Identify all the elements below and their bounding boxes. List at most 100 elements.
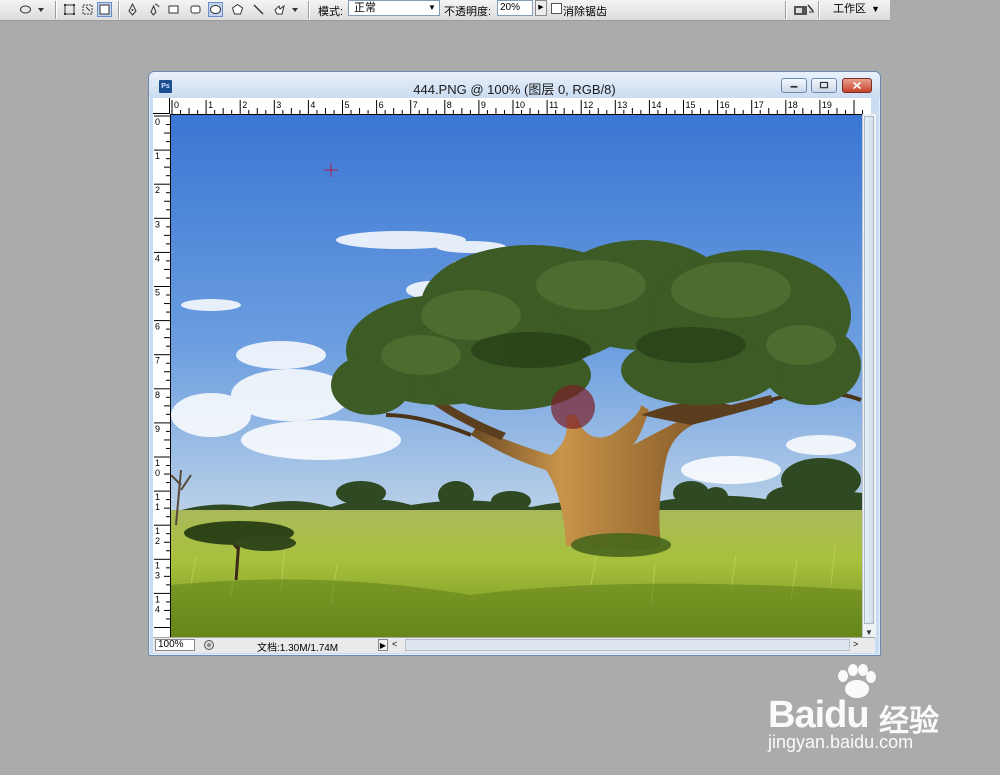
rectangle-tool-icon[interactable] <box>166 2 181 17</box>
vertical-scrollbar[interactable]: ▼ <box>862 114 876 637</box>
ruler-top-number: 13 <box>617 100 627 110</box>
freeform-pen-icon[interactable] <box>146 2 161 17</box>
ruler-left-number: 8 <box>155 390 160 400</box>
ruler-top-number: 12 <box>583 100 593 110</box>
ruler-left-number: 1 <box>155 594 160 604</box>
watermark-url: jingyan.baidu.com <box>768 732 914 752</box>
watermark-brand: Baidu <box>768 694 870 736</box>
ruler-top-number: 5 <box>345 100 350 110</box>
maximize-button[interactable] <box>811 78 837 93</box>
custom-shape-tool-icon[interactable] <box>272 2 287 17</box>
ruler-top-number: 11 <box>549 100 558 110</box>
status-menu-arrow-icon[interactable]: ▶ <box>378 639 388 651</box>
blend-mode-select[interactable]: 正常 ▼ <box>348 0 440 16</box>
blend-mode-value: 正常 <box>354 2 376 14</box>
scroll-down-icon[interactable]: ▼ <box>865 628 873 637</box>
status-bar: 100% 文档:1.30M/1.74M ▶ < > <box>153 637 875 654</box>
ruler-left-number: 4 <box>155 604 160 614</box>
document-title: 444.PNG @ 100% (图层 0, RGB/8) <box>413 82 616 97</box>
vertical-ruler-ticks: 01234567891011121314 <box>154 115 170 628</box>
ruler-top-number: 19 <box>822 100 832 110</box>
pen-tool-icon[interactable] <box>125 2 140 17</box>
ellipse-marquee-tool-icon[interactable] <box>18 2 33 17</box>
scroll-left-icon[interactable]: < <box>392 639 397 649</box>
workspace-label: 工作区 <box>833 3 866 15</box>
ruler-top-number: 17 <box>754 100 764 110</box>
ruler-left-number: 0 <box>155 117 160 127</box>
ruler-top-number: 4 <box>310 100 315 110</box>
ruler-left-number: 1 <box>155 492 160 502</box>
ruler-top-number: 18 <box>788 100 798 110</box>
ruler-top-number: 16 <box>720 100 730 110</box>
antialias-label: 消除锯齿 <box>563 6 607 18</box>
ruler-top-number: 15 <box>686 100 696 110</box>
ruler-top-number: 8 <box>447 100 452 110</box>
ruler-left-number: 3 <box>155 219 160 229</box>
ruler-top-number: 7 <box>413 100 418 110</box>
close-icon <box>852 81 862 90</box>
shape-dropdown-icon[interactable] <box>290 2 300 17</box>
image-canvas[interactable] <box>171 115 862 637</box>
landscape-photo <box>171 115 862 637</box>
ruler-left-number: 1 <box>155 502 160 512</box>
ruler-left-number: 1 <box>155 560 160 570</box>
paths-icon[interactable] <box>80 2 95 17</box>
ruler-top-number: 6 <box>379 100 384 110</box>
scroll-right-icon[interactable]: > <box>853 639 858 649</box>
workspace-menu-button[interactable]: 工作区 ▼ <box>833 0 880 16</box>
shape-layers-icon[interactable] <box>62 2 77 17</box>
tool-preset-dropdown-icon[interactable] <box>36 2 46 17</box>
ruler-left-number: 7 <box>155 356 160 366</box>
ruler-origin[interactable] <box>153 98 170 114</box>
ruler-left-number: 1 <box>155 151 160 161</box>
options-bar: 模式: 正常 ▼ 不透明度: 20% ▶ 消除锯齿 工作区 ▼ <box>0 0 890 21</box>
vertical-ruler[interactable]: 01234567891011121314 <box>153 114 171 637</box>
ruler-left-number: 0 <box>155 468 160 478</box>
ruler-left-number: 1 <box>155 526 160 536</box>
toolbar-separator <box>118 1 120 19</box>
horizontal-ruler-ticks: 0 1 2 3 4 5 6 7 8 9 10 11 12 13 14 15 16 17 18 19 <box>171 100 864 114</box>
horizontal-ruler[interactable]: 0 1 2 3 4 5 6 7 8 9 10 11 12 13 14 15 16 17 18 19 <box>170 98 871 115</box>
opacity-input[interactable]: 20% <box>497 0 533 16</box>
minimize-button[interactable] <box>781 78 807 93</box>
ruler-top-number: 3 <box>276 100 281 110</box>
rounded-rectangle-tool-icon[interactable] <box>188 2 203 17</box>
mode-label: 模式: <box>318 6 344 18</box>
ruler-left-number: 3 <box>155 570 160 580</box>
ruler-left-number: 2 <box>155 536 160 546</box>
ruler-left-number: 2 <box>155 185 160 195</box>
document-titlebar[interactable]: Ps 444.PNG @ 100% (图层 0, RGB/8) <box>149 72 880 98</box>
close-button[interactable] <box>842 78 872 93</box>
ruler-top-number: 1 <box>208 100 213 110</box>
zoom-preview-icon[interactable] <box>203 639 215 651</box>
ruler-top-number: 14 <box>651 100 661 110</box>
horizontal-scrollbar[interactable] <box>405 639 850 651</box>
antialias-checkbox[interactable] <box>551 3 562 14</box>
document-size-info: 文档:1.30M/1.74M <box>257 643 339 654</box>
toolbar-separator <box>55 1 57 19</box>
ellipse-tool-icon[interactable] <box>208 2 223 17</box>
vertical-scroll-thumb[interactable] <box>864 116 874 624</box>
toolbar-separator <box>308 1 310 19</box>
toolbar-separator <box>818 1 820 19</box>
chevron-down-icon: ▼ <box>871 4 880 14</box>
opacity-label: 不透明度: <box>444 6 492 18</box>
polygon-tool-icon[interactable] <box>230 2 245 17</box>
ruler-top-number: 9 <box>481 100 486 110</box>
minimize-icon <box>790 85 798 88</box>
ruler-top-number: 0 <box>174 100 179 110</box>
opacity-slider-arrow-icon[interactable]: ▶ <box>535 0 547 16</box>
line-tool-icon[interactable] <box>251 2 266 17</box>
ruler-top-number: 10 <box>515 100 525 110</box>
baidu-paw-logo-icon <box>838 664 876 698</box>
toolbar-separator <box>785 1 787 19</box>
ruler-left-number: 9 <box>155 424 160 434</box>
ruler-left-number: 5 <box>155 288 160 298</box>
ruler-top-number: 2 <box>242 100 247 110</box>
baidu-jingyan-watermark: Baidu 经验 jingyan.baidu.com <box>765 664 955 764</box>
file-browser-icon[interactable] <box>793 2 815 20</box>
ruler-left-number: 6 <box>155 322 160 332</box>
ruler-left-number: 4 <box>155 253 160 263</box>
zoom-level-field[interactable]: 100% <box>155 639 195 651</box>
fill-pixels-icon[interactable] <box>97 2 112 17</box>
